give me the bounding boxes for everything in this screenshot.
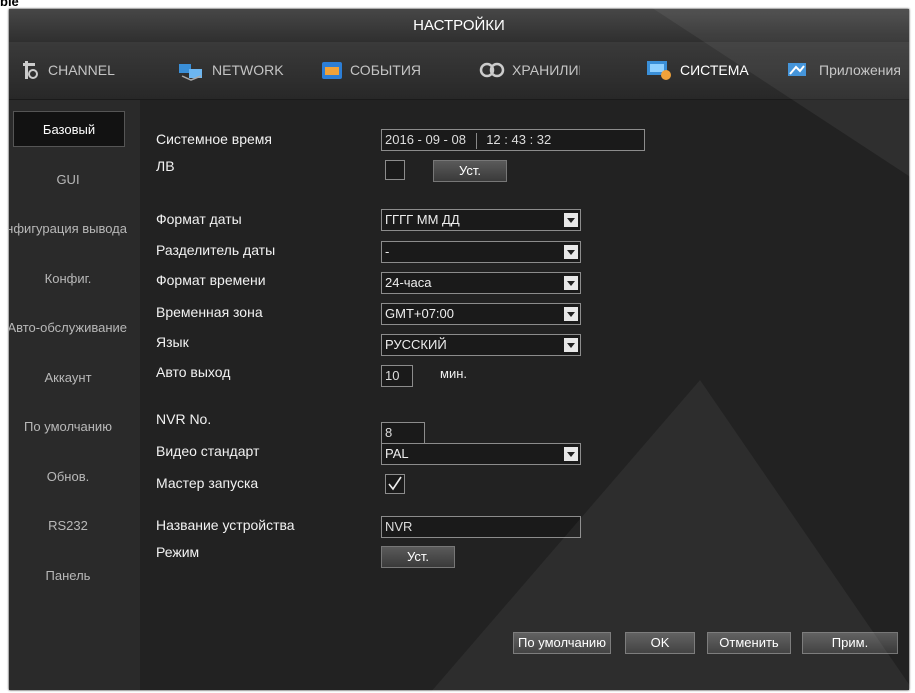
chevron-down-icon[interactable] [564,213,578,227]
date-format-label: Формат даты [156,211,242,227]
mode-set-button[interactable]: Уст. [381,546,455,568]
sidebar-item-auto-maintenance-label: Авто-обслуживание [9,319,127,335]
language-select[interactable]: РУССКИЙ [381,334,581,356]
sidebar-item-gui[interactable]: GUI [9,161,127,197]
dst-checkbox[interactable] [385,160,405,180]
auto-logout-input[interactable]: 10 [381,365,413,387]
window-title: НАСТРОЙКИ [413,17,505,34]
sidebar-item-output-config[interactable]: Конфигурация вывода [9,210,127,246]
nvr-no-input[interactable]: 8 [381,422,425,444]
sidebar-item-account[interactable]: Аккаунт [9,359,127,395]
chevron-down-icon[interactable] [564,338,578,352]
video-standard-select[interactable]: PAL [381,443,581,465]
auto-logout-label: Авто выход [156,364,231,380]
page-fragment-text: ble [0,0,19,9]
sidebar: Базовый GUI Конфигурация вывода Конфиг. … [9,100,140,690]
tab-channel[interactable]: CHANNEL [23,54,115,86]
dst-label: ЛВ [156,158,175,174]
time-format-select[interactable]: 24-часа [381,272,581,294]
tab-channel-label: CHANNEL [48,62,115,78]
default-button[interactable]: По умолчанию [513,632,611,654]
time-format-label: Формат времени [156,272,266,288]
date-separator-label: Разделитель даты [156,242,276,258]
apps-icon [788,63,806,76]
system-time-value[interactable]: 12 : 43 : 32 [486,132,551,147]
video-standard-value: PAL [385,446,409,461]
startup-wizard-label: Мастер запуска [156,475,259,491]
system-date-value[interactable]: 2016 - 09 - 08 [385,132,466,147]
ok-button[interactable]: OK [625,632,695,654]
tab-apps[interactable]: Приложения [786,54,901,86]
chevron-down-icon[interactable] [564,307,578,321]
system-icon [647,61,671,80]
chevron-down-icon[interactable] [564,276,578,290]
sidebar-item-rs232[interactable]: RS232 [9,507,127,543]
startup-wizard-checkbox[interactable] [385,474,405,494]
tab-events-label: СОБЫТИЯ [350,62,421,78]
tab-apps-label: Приложения [819,62,901,78]
storage-icon [479,62,505,78]
tab-bar: CHANNEL NETWORK СОБЫТИЯ ХРАНИЛИЩЕ [9,42,909,100]
dst-set-button[interactable]: Уст. [433,160,507,182]
tab-network[interactable]: NETWORK [177,54,284,86]
network-icon [179,64,202,81]
tab-events[interactable]: СОБЫТИЯ [321,54,421,86]
sidebar-item-basic[interactable]: Базовый [13,111,125,147]
time-format-value: 24-часа [385,275,432,290]
date-separator-value: - [385,244,390,259]
settings-window: НАСТРОЙКИ CHANNEL NETWORK СОБЫТИЯ ХРАНИЛ… [9,9,909,690]
auto-logout-unit: мин. [440,366,467,381]
mode-label: Режим [156,544,200,560]
date-format-select[interactable]: ГГГГ ММ ДД [381,209,581,231]
checkmark-icon [388,476,402,491]
date-format-value: ГГГГ ММ ДД [385,212,460,227]
language-label: Язык [156,334,189,350]
events-icon [322,62,342,79]
device-name-input[interactable]: NVR [381,516,581,538]
device-name-label: Название устройства [156,517,295,533]
settings-content: Системное время 2016 - 09 - 08 12 : 43 :… [140,100,909,690]
cancel-button[interactable]: Отменить [707,632,791,654]
title-bar: НАСТРОЙКИ [9,9,909,42]
tab-storage-label: ХРАНИЛИЩЕ [512,62,580,78]
sidebar-item-panel[interactable]: Панель [9,557,127,593]
timezone-label: Временная зона [156,304,263,320]
tab-storage[interactable]: ХРАНИЛИЩЕ [479,54,580,86]
sidebar-item-auto-maintenance[interactable]: Авто-обслуживание [9,309,127,345]
system-time-field[interactable]: 2016 - 09 - 08 12 : 43 : 32 [381,129,645,151]
timezone-value: GMT+07:00 [385,306,455,321]
chevron-down-icon[interactable] [564,245,578,259]
tab-system-label: СИСТЕМА [680,62,749,78]
apply-button[interactable]: Прим. [802,632,898,654]
channel-icon [23,61,38,79]
video-standard-label: Видео стандарт [156,443,260,459]
tab-system[interactable]: СИСТЕМА [645,54,749,86]
language-value: РУССКИЙ [385,337,447,352]
sidebar-item-output-config-label: Конфигурация вывода [9,220,127,236]
timezone-select[interactable]: GMT+07:00 [381,303,581,325]
sidebar-item-default[interactable]: По умолчанию [9,408,127,444]
date-separator-select[interactable]: - [381,241,581,263]
sidebar-item-config[interactable]: Конфиг. [9,260,127,296]
nvr-no-label: NVR No. [156,411,212,427]
chevron-down-icon[interactable] [564,447,578,461]
system-time-label: Системное время [156,131,273,147]
sidebar-item-upgrade[interactable]: Обнов. [9,458,127,494]
tab-network-label: NETWORK [212,62,284,78]
